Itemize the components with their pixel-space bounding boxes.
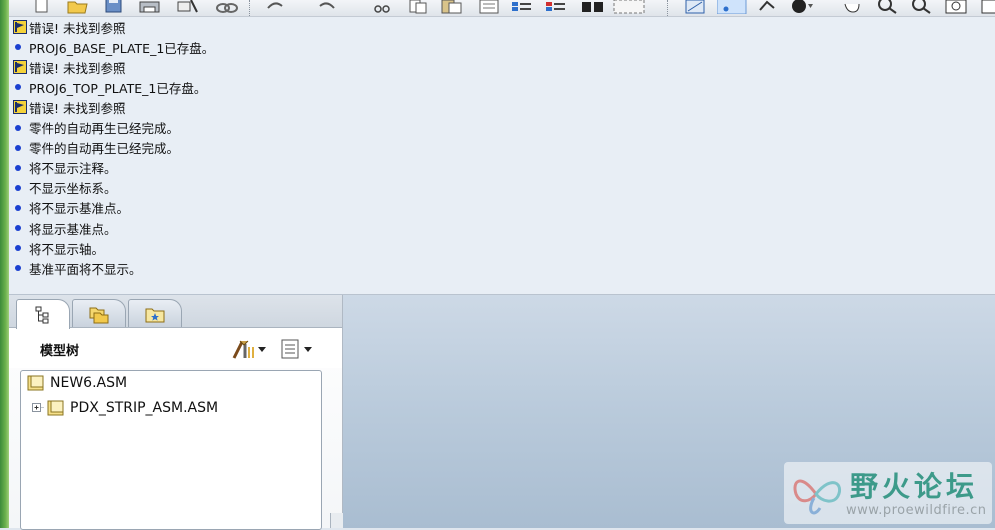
error-flag-icon — [13, 20, 27, 34]
model-tree-title: 模型树 — [40, 344, 80, 359]
message-text: 错误! 未找到参照 — [29, 60, 126, 76]
blue-bullet-icon — [15, 84, 21, 91]
refit-icon[interactable] — [945, 0, 969, 14]
find-binoculars-icon[interactable] — [581, 0, 605, 14]
message-text: 将显示基准点。 — [29, 221, 117, 237]
message-text: PROJ6_TOP_PLATE_1已存盘。 — [29, 80, 207, 96]
undo-icon[interactable] — [265, 0, 285, 14]
subassembly-icon — [47, 400, 64, 416]
message-error: 错误! 未找到参照 — [13, 97, 126, 117]
message-info: 将不显示注释。 — [13, 158, 117, 178]
model-tree-icon — [35, 306, 49, 323]
message-info: 零件的自动再生已经完成。 — [13, 118, 179, 138]
tree-show-button[interactable] — [281, 338, 312, 360]
new-file-icon[interactable] — [35, 0, 49, 14]
butterfly-logo-icon — [793, 479, 841, 515]
email-icon[interactable] — [177, 0, 199, 14]
message-text: 错误! 未找到参照 — [29, 20, 126, 36]
blue-bullet-icon — [15, 225, 21, 231]
message-text: 基准平面将不显示。 — [29, 261, 142, 277]
link-icon[interactable] — [215, 0, 239, 14]
message-info: 不显示坐标系。 — [13, 178, 117, 198]
blue-bullet-icon — [15, 265, 21, 272]
spin-center-icon[interactable] — [717, 0, 747, 14]
chevron-down-icon — [258, 346, 266, 352]
blue-bullet-icon — [15, 164, 21, 171]
message-info: PROJ6_TOP_PLATE_1已存盘。 — [13, 77, 206, 97]
select-box-icon[interactable] — [613, 0, 647, 14]
regen-manager-icon[interactable] — [545, 0, 567, 14]
error-flag-icon — [13, 60, 27, 75]
tab-favorites[interactable] — [128, 299, 182, 327]
tree-item-label: NEW6.ASM — [50, 375, 128, 391]
message-info: 将显示基准点。 — [13, 218, 117, 238]
watermark-url: www.proewildfire.cn — [846, 503, 987, 518]
watermark: 野火论坛 www.proewildfire.cn — [784, 462, 992, 524]
paste-icon[interactable] — [441, 0, 463, 14]
message-info: 将不显示轴。 — [13, 238, 104, 258]
copy-icon[interactable] — [409, 0, 429, 14]
message-error: 错误! 未找到参照 — [13, 57, 126, 77]
tab-folder-browser[interactable] — [72, 299, 126, 327]
message-text: 将不显示注释。 — [29, 161, 117, 177]
navigator-tabs — [9, 295, 342, 329]
repaint-icon[interactable] — [685, 0, 707, 14]
message-info: 将不显示基准点。 — [13, 198, 129, 218]
save-icon[interactable] — [105, 0, 123, 14]
tree-item-label: PDX_STRIP_ASM.ASM — [70, 400, 219, 416]
blue-bullet-icon — [15, 144, 21, 151]
model-tree-header: 模型树 — [9, 328, 342, 368]
chevron-down-icon — [304, 346, 312, 352]
expand-plus-icon[interactable] — [31, 401, 45, 415]
blue-bullet-icon — [15, 245, 21, 252]
message-info: 基准平面将不显示。 — [13, 258, 142, 278]
tree-item-root[interactable]: NEW6.ASM — [27, 374, 127, 392]
navigator-panel: 模型树 NEW6.ASM PDX_STRIP_ASM.ASM — [9, 295, 343, 530]
message-info: PROJ6_BASE_PLATE_1已存盘。 — [13, 37, 214, 57]
message-error: 错误! 未找到参照 — [13, 17, 126, 37]
saved-views-icon[interactable] — [981, 0, 995, 14]
orient-mode-icon[interactable] — [757, 0, 777, 14]
open-folder-icon[interactable] — [67, 0, 89, 14]
shading-sphere-icon[interactable] — [789, 0, 815, 14]
message-text: 将不显示基准点。 — [29, 201, 130, 217]
blue-bullet-icon — [15, 44, 21, 51]
toolbar-separator — [249, 0, 252, 16]
blue-bullet-icon — [15, 184, 21, 191]
regenerate-icon[interactable] — [511, 0, 533, 14]
toolbar-separator — [667, 0, 670, 16]
favorites-folder-icon — [145, 308, 165, 322]
list-options-icon — [281, 339, 299, 359]
zoom-in-icon[interactable] — [877, 0, 899, 14]
blue-bullet-icon — [15, 124, 21, 131]
paste-special-icon[interactable] — [479, 0, 501, 14]
redo-icon[interactable] — [317, 0, 337, 14]
folder-browser-icon — [89, 307, 109, 323]
error-flag-icon — [13, 100, 27, 115]
message-text: 错误! 未找到参照 — [29, 100, 126, 116]
model-tree: NEW6.ASM PDX_STRIP_ASM.ASM — [20, 370, 322, 530]
message-text: 将不显示轴。 — [29, 241, 105, 257]
print-icon[interactable] — [139, 0, 161, 14]
zoom-out-icon[interactable] — [911, 0, 933, 14]
message-text: 零件的自动再生已经完成。 — [29, 141, 180, 157]
tree-settings-button[interactable] — [231, 338, 266, 360]
panel-scroll-corner — [330, 513, 343, 528]
main-toolbar — [9, 0, 995, 17]
watermark-name: 野火论坛 — [850, 470, 979, 503]
message-text: 零件的自动再生已经完成。 — [29, 121, 180, 136]
assembly-icon — [27, 375, 44, 391]
window-left-edge — [0, 0, 9, 528]
blue-bullet-icon — [15, 204, 21, 211]
tools-icon — [232, 340, 254, 359]
pan-hand-icon[interactable] — [841, 0, 863, 14]
tree-item-child[interactable]: PDX_STRIP_ASM.ASM — [31, 399, 218, 417]
cut-icon[interactable] — [373, 0, 391, 14]
tab-model-tree[interactable] — [16, 299, 70, 329]
message-info: 零件的自动再生已经完成。 — [13, 138, 179, 158]
message-text: PROJ6_BASE_PLATE_1已存盘。 — [29, 40, 215, 56]
message-area: 错误! 未找到参照 PROJ6_BASE_PLATE_1已存盘。 错误! 未找到参照… — [9, 17, 995, 295]
message-text: 不显示坐标系。 — [29, 181, 117, 197]
